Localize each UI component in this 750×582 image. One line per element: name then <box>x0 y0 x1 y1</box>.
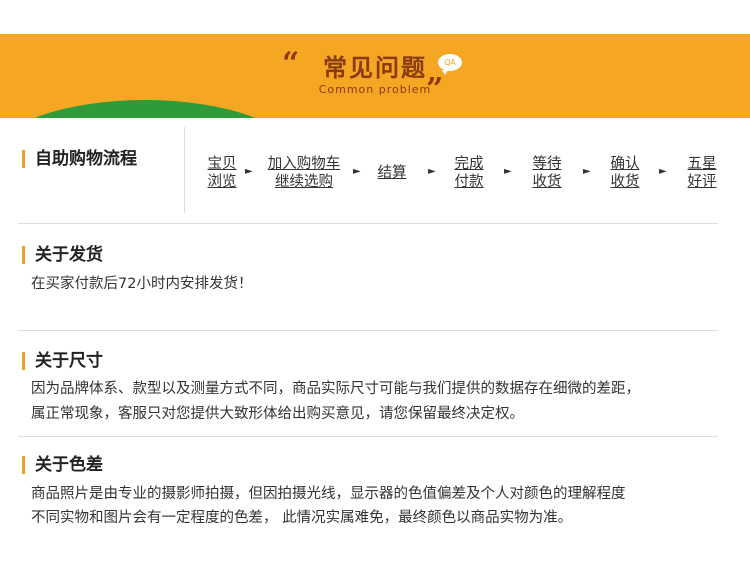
banner-title: 常见问题 <box>323 54 427 82</box>
flow-step-browse[interactable]: 宝贝 浏览 <box>205 155 239 191</box>
flow-step-pay[interactable]: 完成 付款 <box>452 155 486 191</box>
size-text-line1: 因为品牌体系、款型以及测量方式不同，商品实际尺寸可能与我们提供的数据存在细微的差… <box>31 381 640 397</box>
arrow-icon: ► <box>504 166 512 177</box>
flow-step-checkout[interactable]: 结算 <box>374 164 410 182</box>
flow-divider <box>184 127 185 213</box>
color-section-title: 关于色差 <box>22 456 103 474</box>
divider <box>18 436 718 437</box>
flow-step-confirm[interactable]: 确认 收货 <box>608 155 642 191</box>
arrow-icon: ► <box>245 166 253 177</box>
flow-step-add-cart[interactable]: 加入购物车 继续选购 <box>263 155 345 191</box>
divider <box>18 223 718 224</box>
color-text-line1: 商品照片是由专业的摄影师拍摄，但因拍摄光线，显示器的色值偏差及个人对颜色的理解程… <box>31 486 626 502</box>
divider <box>18 330 718 331</box>
flow-section-title: 自助购物流程 <box>22 150 137 168</box>
header-banner: “ ” QA 常见问题 Common problem <box>0 34 750 118</box>
green-hill-decoration <box>0 100 300 118</box>
shipping-text: 在买家付款后72小时内安排发货！ <box>31 276 253 292</box>
arrow-icon: ► <box>428 166 436 177</box>
arrow-icon: ► <box>659 166 667 177</box>
arrow-icon: ► <box>583 166 591 177</box>
size-text-line2: 属正常现象，客服只对您提供大致形体给出购买意见，请您保留最终决定权。 <box>31 406 524 422</box>
flow-step-review[interactable]: 五星 好评 <box>685 155 719 191</box>
shipping-section-title: 关于发货 <box>22 246 103 264</box>
size-section-title: 关于尺寸 <box>22 352 103 370</box>
arrow-icon: ► <box>353 166 361 177</box>
flow-step-wait[interactable]: 等待 收货 <box>530 155 564 191</box>
color-text-line2: 不同实物和图片会有一定程度的色差， 此情况实属难免，最终颜色以商品实物为准。 <box>31 510 573 526</box>
banner-subtitle: Common problem <box>318 83 432 96</box>
